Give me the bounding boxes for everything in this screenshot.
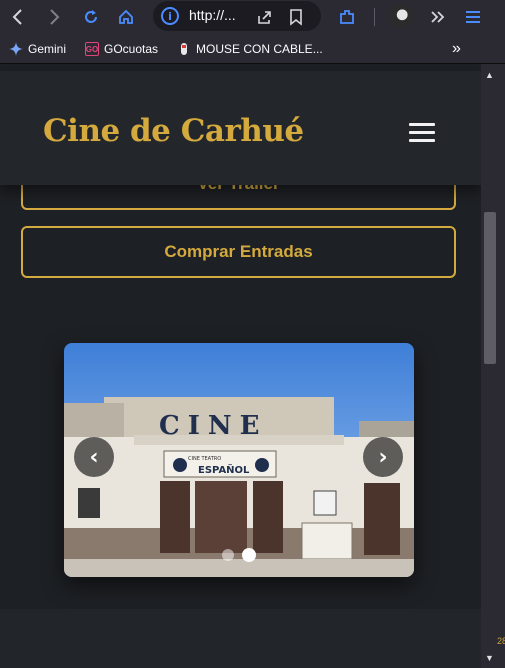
carousel-dot[interactable] — [222, 549, 234, 561]
reload-icon[interactable] — [77, 3, 105, 31]
image-carousel: CINE CINE TEATRO ESPAÑOL ‹ › — [64, 343, 414, 577]
gemini-icon — [9, 42, 23, 56]
bookmark-gocuotas[interactable]: GO GOcuotas — [85, 40, 158, 58]
bookmark-icon[interactable] — [282, 3, 310, 31]
scroll-up-icon[interactable]: ▲ — [485, 70, 494, 80]
bookmarks-overflow-icon[interactable]: » — [452, 40, 461, 58]
edge-number: 28 — [497, 636, 505, 646]
extension-icon[interactable] — [333, 3, 361, 31]
gocuotas-icon: GO — [85, 42, 99, 56]
menu-icon[interactable] — [459, 3, 487, 31]
page-scrollbar[interactable]: ▲ ▼ — [481, 64, 505, 668]
forward-icon[interactable] — [40, 3, 68, 31]
carousel-indicators — [222, 548, 256, 562]
browser-toolbar: i http://... — [0, 0, 505, 34]
bookmark-label: Gemini — [28, 42, 67, 56]
bookmark-label: GOcuotas — [104, 42, 159, 56]
scroll-down-icon[interactable]: ▼ — [485, 653, 494, 663]
bookmark-mouse-con-cable[interactable]: MOUSE CON CABLE... — [177, 40, 323, 58]
carousel-next-button[interactable]: › — [363, 437, 403, 477]
url-text[interactable]: http://... — [189, 7, 236, 23]
toolbar-separator — [374, 8, 375, 26]
back-icon[interactable] — [4, 3, 32, 31]
site-title[interactable]: Cine de Carhué — [43, 113, 304, 149]
carousel-slide-image: CINE CINE TEATRO ESPAÑOL — [64, 343, 414, 577]
share-icon[interactable] — [250, 3, 278, 31]
bookmarks-bar: Gemini GO GOcuotas MOUSE CON CABLE... » — [0, 34, 505, 64]
bookmark-label: MOUSE CON CABLE... — [196, 42, 323, 56]
hamburger-menu-icon[interactable] — [409, 123, 435, 145]
overflow-icon[interactable] — [423, 3, 451, 31]
sign-line-text: CINE TEATRO — [188, 456, 221, 462]
site-header: Cine de Carhué — [0, 71, 481, 185]
info-icon[interactable]: i — [161, 7, 179, 25]
page-viewport: Cine de Carhué Ver Trailer Comprar Entra… — [0, 64, 481, 668]
carousel-prev-button[interactable]: ‹ — [74, 437, 114, 477]
buy-tickets-button[interactable]: Comprar Entradas — [21, 226, 456, 278]
scrollbar-thumb[interactable] — [484, 212, 496, 364]
carousel-dot-active[interactable] — [242, 548, 256, 562]
avatar[interactable] — [389, 4, 413, 28]
bookmark-gemini[interactable]: Gemini — [9, 40, 66, 58]
home-icon[interactable] — [112, 3, 140, 31]
mouse-product-icon — [177, 42, 191, 56]
page-section-band — [0, 609, 481, 668]
sign-name-text: ESPAÑOL — [198, 463, 250, 476]
